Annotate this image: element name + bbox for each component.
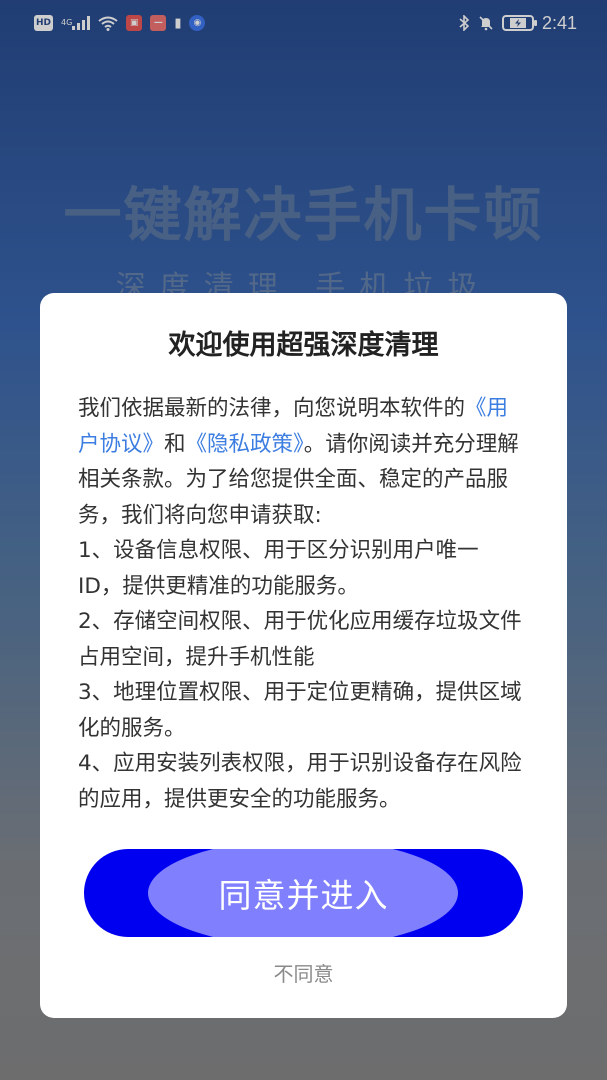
agree-button[interactable]: 同意并进入 (84, 849, 523, 937)
intro-text: 我们依据最新的法律，向您说明本软件的 (78, 396, 466, 421)
dialog-title: 欢迎使用超强深度清理 (168, 330, 439, 361)
disagree-button[interactable]: 不同意 (40, 958, 567, 987)
permission-item-location: 3、地理位置权限、用于定位更精确，提供区域化的服务。 (78, 680, 522, 741)
permission-item-storage: 2、存储空间权限、用于优化应用缓存垃圾文件占用空间，提升手机性能 (78, 609, 522, 670)
permission-item-app-list: 4、应用安装列表权限，用于识别设备存在风险的应用，提供更安全的功能服务。 (78, 751, 522, 811)
agree-button-label: 同意并进入 (218, 877, 389, 914)
permission-item-device: 1、设备信息权限、用于区分识别用户唯一ID，提供更精准的功能服务。 (78, 538, 479, 599)
dialog-body: 我们依据最新的法律，向您说明本软件的《用户协议》和《隐私政策》。请你阅读并充分理… (78, 391, 523, 811)
privacy-policy-link[interactable]: 《隐私政策》 (186, 432, 304, 457)
and-text: 和 (164, 431, 186, 457)
privacy-dialog: 欢迎使用超强深度清理 我们依据最新的法律，向您说明本软件的《用户协议》和《隐私政… (40, 293, 567, 1018)
intro-paragraph: 我们依据最新的法律，向您说明本软件的《用户协议》和《隐私政策》。请你阅读并充分理… (78, 391, 523, 533)
